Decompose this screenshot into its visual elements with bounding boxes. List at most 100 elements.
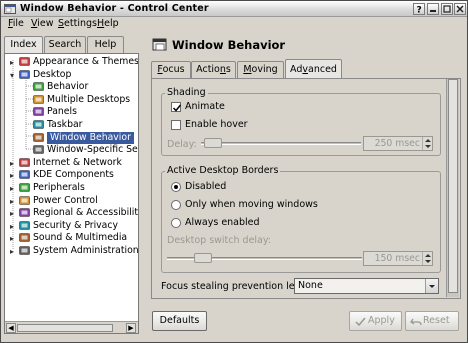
reset-button[interactable]: Reset bbox=[405, 311, 459, 331]
expand-icon[interactable]: ▸ bbox=[10, 210, 17, 218]
tree-item[interactable]: ▸ Appearance & Themes bbox=[5, 56, 138, 68]
shading-group-title: Shading bbox=[165, 87, 208, 98]
multiple-desktops-icon bbox=[33, 94, 44, 104]
spin-arrows-icon[interactable] bbox=[422, 137, 432, 150]
tree-item-label: Multiple Desktops bbox=[47, 93, 131, 105]
security-icon bbox=[19, 220, 30, 230]
spin-arrows-icon[interactable] bbox=[422, 252, 432, 265]
tree-item[interactable]: Multiple Desktops bbox=[5, 93, 138, 106]
regional-icon bbox=[19, 208, 30, 217]
tab-search[interactable]: Search bbox=[44, 36, 86, 53]
tree-horizontal-scrollbar[interactable]: ◀ ▶ bbox=[5, 321, 138, 333]
tab-index[interactable]: Index bbox=[4, 36, 43, 54]
help-title-button[interactable]: ? bbox=[413, 3, 425, 15]
expand-icon[interactable]: ▸ bbox=[10, 159, 17, 167]
window-behavior-icon bbox=[33, 132, 44, 142]
tree-item[interactable]: ▸ Peripherals bbox=[5, 182, 138, 194]
animate-label: Animate bbox=[185, 101, 225, 112]
switch-delay-slider-handle[interactable] bbox=[194, 253, 212, 263]
focus-stealing-select[interactable]: None bbox=[294, 278, 439, 294]
tree-item-label: Window Behavior bbox=[47, 131, 134, 144]
expand-icon[interactable]: ▸ bbox=[10, 185, 17, 193]
tree-item-label: Power Control bbox=[33, 194, 98, 206]
menu-help[interactable]: Help bbox=[97, 18, 119, 29]
delay-spinbox[interactable]: 250 msec bbox=[363, 136, 433, 151]
tree-item[interactable]: Window Behavior bbox=[5, 131, 138, 144]
expand-icon[interactable]: ▸ bbox=[10, 197, 17, 205]
window-title: Window Behavior - Control Center bbox=[20, 3, 209, 14]
tab-advanced[interactable]: Advanced bbox=[285, 59, 342, 79]
panel-vertical-scrollbar[interactable] bbox=[446, 79, 459, 297]
borders-group-title: Active Desktop Borders bbox=[165, 165, 281, 176]
tree-item[interactable]: ▾ Desktop bbox=[5, 68, 138, 81]
tree-item-label: Security & Privacy bbox=[33, 219, 118, 231]
maximize-icon bbox=[443, 5, 451, 13]
delay-slider-handle[interactable] bbox=[204, 138, 222, 148]
sound-icon bbox=[19, 233, 30, 243]
minimize-button[interactable] bbox=[427, 3, 439, 15]
close-button[interactable] bbox=[454, 3, 466, 15]
expand-icon[interactable]: ▸ bbox=[10, 59, 17, 67]
tree-item[interactable]: ▸ Internet & Network bbox=[5, 157, 138, 169]
menu-view[interactable]: View bbox=[31, 18, 54, 29]
enable-hover-checkbox[interactable] bbox=[171, 120, 181, 130]
expand-icon[interactable]: ▸ bbox=[10, 235, 17, 243]
appearance-icon bbox=[19, 57, 30, 66]
app-icon bbox=[4, 4, 16, 14]
radio-always-enabled-label: Always enabled bbox=[185, 217, 260, 228]
chevron-down-icon[interactable] bbox=[425, 279, 438, 293]
panel-scroll-thumb[interactable] bbox=[448, 79, 458, 293]
kde-components-icon bbox=[19, 170, 30, 180]
switch-delay-value: 150 msec bbox=[374, 253, 420, 264]
switch-delay-spinbox[interactable]: 150 msec bbox=[363, 251, 433, 266]
system-admin-icon bbox=[19, 246, 30, 255]
defaults-button[interactable]: Defaults bbox=[152, 311, 207, 331]
menu-settings[interactable]: Settings bbox=[58, 18, 97, 29]
svg-text:?: ? bbox=[417, 6, 422, 15]
tab-actions[interactable]: Actions bbox=[191, 61, 236, 78]
power-icon bbox=[19, 195, 30, 205]
delay-slider-track[interactable] bbox=[201, 142, 361, 145]
switch-delay-label: Desktop switch delay: bbox=[167, 235, 272, 246]
scroll-right-icon[interactable]: ▶ bbox=[126, 323, 136, 333]
tree-item[interactable]: Behavior bbox=[5, 81, 138, 93]
title-bar[interactable]: Window Behavior - Control Center ? bbox=[1, 1, 467, 17]
tab-help[interactable]: Help bbox=[87, 36, 124, 53]
expand-icon[interactable]: ▸ bbox=[10, 222, 17, 230]
tree-item[interactable]: ▸ Security & Privacy bbox=[5, 219, 138, 232]
desktop-icon bbox=[19, 69, 30, 79]
radio-disabled[interactable] bbox=[171, 182, 181, 192]
menu-file[interactable]: File bbox=[8, 18, 24, 29]
tree-item-label: Panels bbox=[47, 106, 77, 118]
minimize-icon bbox=[430, 10, 436, 12]
animate-checkbox[interactable] bbox=[171, 102, 182, 112]
apply-button[interactable]: Apply bbox=[349, 311, 402, 331]
tree-item[interactable]: ▸ Sound & Multimedia bbox=[5, 232, 138, 244]
tab-moving[interactable]: Moving bbox=[237, 61, 284, 78]
expand-icon[interactable]: ▸ bbox=[10, 248, 17, 256]
expand-icon[interactable]: ▸ bbox=[10, 172, 17, 180]
tree-item[interactable]: Taskbar bbox=[5, 119, 138, 131]
tree-item[interactable]: ▸ Regional & Accessibility bbox=[5, 207, 139, 219]
maximize-button[interactable] bbox=[441, 3, 453, 15]
scroll-left-icon[interactable]: ◀ bbox=[6, 323, 16, 333]
collapse-icon[interactable]: ▾ bbox=[10, 71, 17, 79]
tree-item[interactable]: ▸ Power Control bbox=[5, 194, 138, 207]
radio-only-moving[interactable] bbox=[171, 200, 181, 210]
tree-item[interactable]: ▸ KDE Components bbox=[5, 169, 138, 181]
focus-stealing-value: None bbox=[298, 280, 323, 291]
tree-scroll-thumb[interactable] bbox=[17, 324, 113, 332]
tree-item-label: Taskbar bbox=[47, 119, 83, 130]
control-center-window: Window Behavior - Control Center ? File … bbox=[0, 0, 468, 343]
tree-item-label: KDE Components bbox=[33, 169, 114, 181]
tree-item[interactable]: ▸ System Administration bbox=[5, 245, 138, 257]
module-tree[interactable]: ▸ Appearance & Themes ▾ Desktop Behavior Mult… bbox=[4, 53, 139, 334]
tree-item[interactable]: Panels bbox=[5, 106, 138, 118]
tree-item-label: Regional & Accessibility bbox=[33, 207, 139, 219]
tree-item-label: Desktop bbox=[33, 68, 72, 80]
radio-always-enabled[interactable] bbox=[171, 218, 181, 228]
tree-item[interactable]: Window-Specific Sett bbox=[5, 144, 138, 156]
behavior-icon bbox=[33, 82, 44, 91]
tab-focus[interactable]: Focus bbox=[151, 61, 191, 78]
tree-item-label: Peripherals bbox=[33, 182, 85, 193]
